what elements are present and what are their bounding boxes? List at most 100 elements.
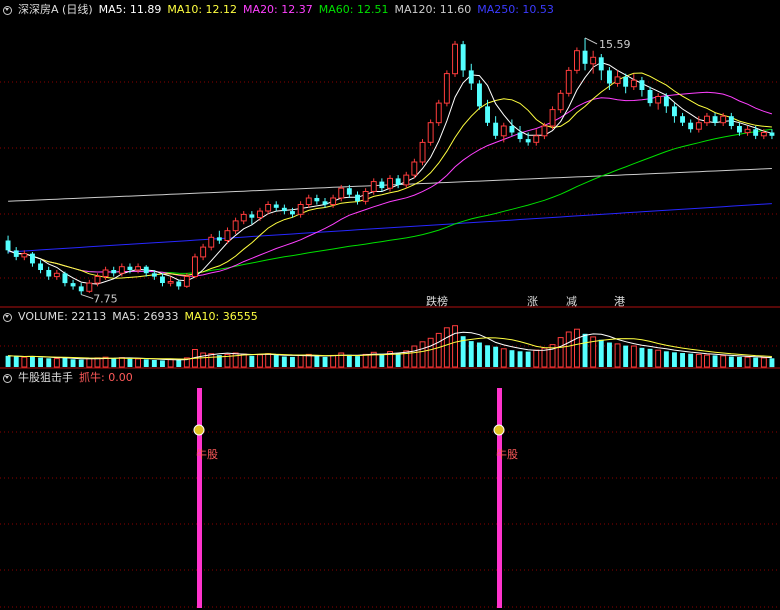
candle-body	[574, 50, 580, 71]
volume-bar	[379, 353, 385, 367]
signal-icon	[193, 424, 205, 436]
volume-bar	[509, 350, 515, 367]
candle-body	[435, 102, 442, 124]
collapse-icon[interactable]	[3, 373, 12, 383]
event-label[interactable]: 港	[614, 293, 625, 309]
candle-body	[192, 256, 198, 277]
volume-bar	[695, 353, 702, 368]
volume-bar	[62, 357, 68, 367]
candle-body	[728, 116, 734, 126]
stock-chart[interactable]: 15.59 7.75	[0, 0, 780, 610]
candle-body	[493, 122, 499, 136]
candle-body	[200, 246, 207, 258]
stock-title: 深深房A (日线)	[18, 3, 93, 16]
volume-bar	[712, 355, 718, 367]
volume-bar	[167, 359, 174, 368]
candle-body	[176, 281, 182, 287]
candle-body	[655, 96, 662, 104]
candle-body	[13, 250, 19, 257]
event-label[interactable]: 涨	[527, 293, 538, 309]
volume-bar	[322, 356, 328, 367]
ma60-readout: MA60: 12.51	[318, 3, 389, 16]
volume-bar	[769, 358, 775, 368]
candle-body	[216, 237, 222, 241]
volume-bar	[517, 351, 523, 368]
low-marker	[81, 294, 94, 300]
volume-bar	[720, 355, 727, 368]
candle-body	[753, 129, 759, 136]
volume-bar	[525, 351, 531, 367]
candle-body	[94, 276, 101, 284]
candle-body	[208, 236, 215, 248]
candle-body	[509, 126, 515, 133]
candle-body	[38, 263, 43, 270]
candle-body	[305, 197, 312, 205]
candle-body	[744, 128, 751, 134]
candle-body	[86, 282, 93, 292]
volume-bar	[704, 354, 710, 368]
candle-body	[477, 83, 482, 107]
volume-bar	[760, 357, 767, 368]
volume-bar	[541, 347, 548, 368]
candle-body	[582, 50, 588, 64]
candle-body	[379, 181, 385, 189]
volume-bar	[435, 332, 442, 368]
ma120-readout: MA120: 11.60	[394, 3, 472, 16]
candle-body	[468, 70, 474, 84]
candle-body	[460, 44, 466, 71]
candle-body	[590, 56, 597, 65]
volume-bar	[265, 353, 272, 368]
candle-body	[70, 283, 76, 287]
ma250-line	[8, 203, 772, 253]
volume-bar	[427, 337, 434, 368]
candle-body	[485, 106, 490, 123]
candle-body	[240, 213, 247, 222]
collapse-icon[interactable]	[3, 312, 12, 322]
volume-bar	[533, 349, 540, 368]
candle-body	[614, 76, 621, 84]
candle-body	[607, 70, 612, 84]
low-price-label: 7.75	[93, 293, 118, 306]
candle-body	[395, 178, 401, 185]
volume-bar	[688, 353, 694, 367]
volume-bar	[151, 360, 157, 367]
candle-body	[346, 188, 352, 195]
candle-body	[338, 187, 345, 199]
candle-body	[704, 115, 710, 124]
ma20-readout: MA20: 12.37	[243, 3, 313, 16]
candle-body	[21, 253, 28, 258]
event-label[interactable]: 减	[566, 293, 577, 309]
collapse-icon[interactable]	[3, 5, 12, 15]
volume-bar	[290, 356, 295, 367]
candle-body	[135, 266, 142, 271]
volume-bar	[118, 357, 125, 368]
volume-bar	[557, 337, 564, 368]
candle-body	[623, 76, 629, 87]
ma10-readout: MA10: 12.12	[167, 3, 238, 16]
candle-body	[549, 109, 556, 127]
candle-body	[419, 141, 426, 163]
candle-body	[78, 286, 84, 292]
candle-body	[443, 73, 450, 104]
candle-body	[102, 269, 109, 277]
volume-bar	[208, 353, 215, 368]
volume-bar	[46, 358, 52, 368]
volume-bar	[443, 327, 450, 368]
volume-bar	[744, 356, 751, 368]
volume-bar	[5, 355, 11, 367]
signal-bar	[497, 388, 502, 608]
high-price-label: 15.59	[599, 38, 631, 51]
candle-body	[183, 276, 190, 287]
candle-body	[500, 125, 507, 137]
candle-body	[30, 253, 35, 264]
volume-bar	[395, 353, 401, 367]
volume-ma10-readout: MA10: 36555	[184, 310, 258, 323]
candle-body	[290, 211, 295, 215]
volume-bar	[21, 356, 28, 368]
candle-body	[760, 132, 767, 137]
candle-body	[411, 161, 418, 176]
candle-body	[151, 273, 157, 277]
candle-body	[557, 92, 564, 111]
candle-body	[639, 80, 645, 90]
event-label[interactable]: 跌榜	[426, 293, 448, 309]
